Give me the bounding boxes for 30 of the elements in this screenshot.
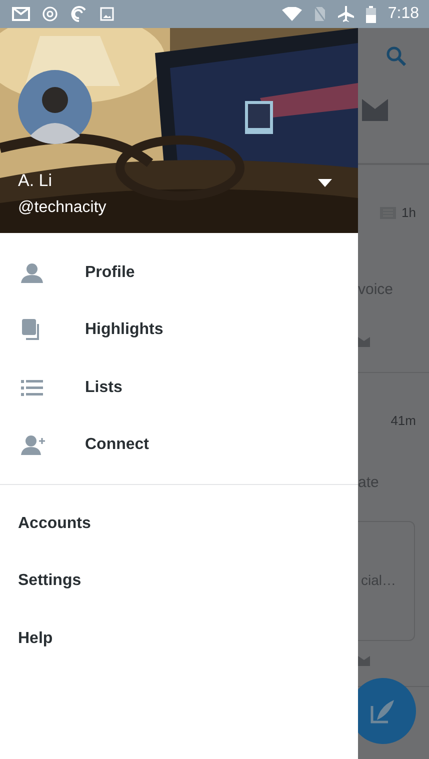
menu-item[interactable]: Settings xyxy=(0,552,358,610)
envelope-icon xyxy=(362,99,388,121)
cards-icon xyxy=(21,319,41,342)
feather-icon xyxy=(370,698,396,724)
no-sim-icon xyxy=(314,6,326,22)
menu-item[interactable]: Lists xyxy=(0,359,358,416)
clock-time: 7:18 xyxy=(388,5,419,23)
menu-item[interactable]: Connect xyxy=(0,416,358,474)
menu-item[interactable]: Help xyxy=(0,610,358,668)
battery-icon xyxy=(366,6,376,22)
airplane-icon xyxy=(338,6,354,22)
user-name: A. Li xyxy=(18,171,54,191)
add-person-icon xyxy=(21,435,46,456)
menu-item[interactable]: Profile xyxy=(0,244,358,302)
image-icon xyxy=(100,7,114,21)
menu-item[interactable]: Highlights xyxy=(0,302,358,359)
list-icon xyxy=(21,380,43,396)
menu-item[interactable]: Accounts xyxy=(0,495,358,552)
mail-icon xyxy=(12,7,30,21)
wifi-icon xyxy=(282,7,302,21)
person-icon xyxy=(21,262,43,283)
user-handle: @technacity xyxy=(18,199,106,217)
at-sign-icon xyxy=(42,6,58,22)
envelope-icon xyxy=(358,656,370,666)
avatar[interactable] xyxy=(18,70,92,144)
envelope-icon xyxy=(358,337,370,347)
swirl-icon xyxy=(70,5,88,23)
search-icon xyxy=(386,46,406,66)
timestamp: 1h xyxy=(402,205,416,220)
timestamp: 41m xyxy=(390,413,416,428)
